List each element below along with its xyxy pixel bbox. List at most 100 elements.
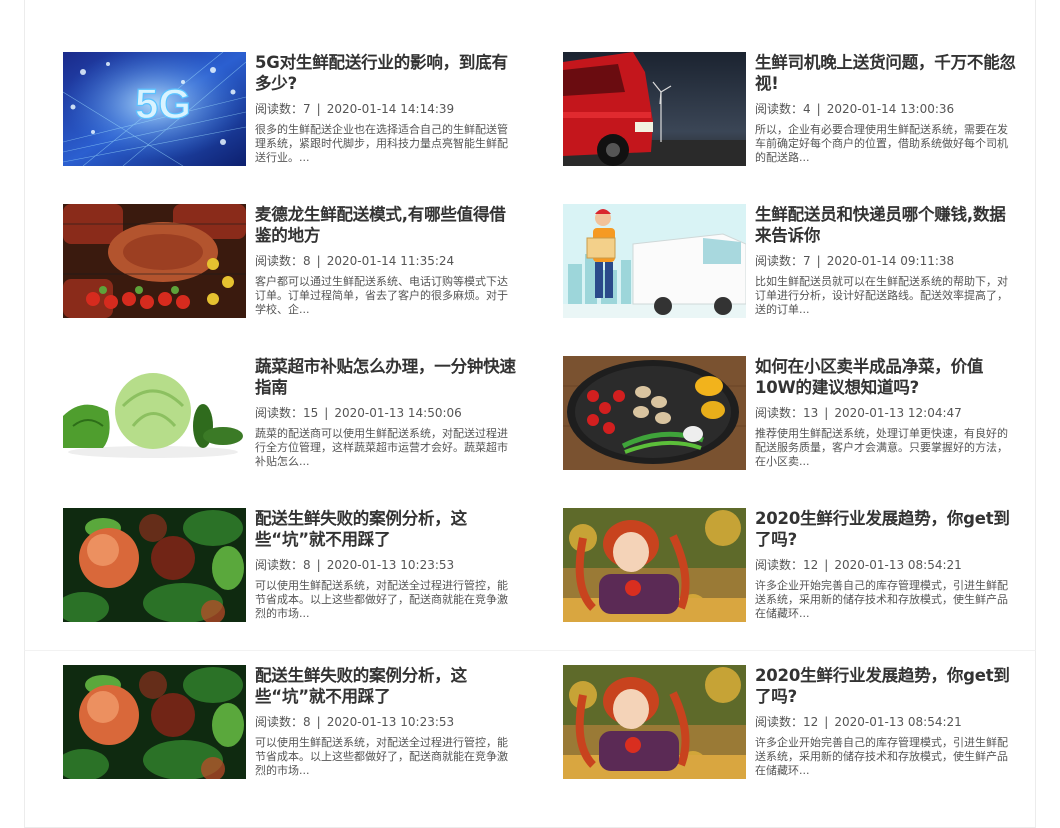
article-thumbnail[interactable] — [563, 508, 746, 622]
reads-label: 阅读数： — [755, 715, 804, 729]
meta-separator: | — [816, 254, 821, 268]
meta-separator: | — [316, 102, 321, 116]
meta-separator: | — [816, 102, 821, 116]
article-title[interactable]: 5G对生鲜配送行业的影响，到底有多少? — [255, 52, 517, 94]
article-date: 2020-01-13 12:04:47 — [834, 406, 962, 420]
article-thumbnail[interactable] — [563, 204, 746, 318]
article-date: 2020-01-14 11:35:24 — [326, 254, 455, 268]
article-summary: 客户都可以通过生鲜配送系统、电话订购等模式下达订单。订单过程简单，省去了客户的很… — [255, 275, 508, 316]
article-title[interactable]: 生鲜司机晚上送货问题，千万不能忽视! — [755, 52, 1017, 94]
article-title[interactable]: 配送生鲜失败的案例分析，这些“坑”就不用踩了 — [255, 508, 517, 550]
girl-apple-image — [563, 665, 746, 779]
reads-label: 阅读数： — [255, 254, 304, 268]
article-card[interactable]: 蔬菜超市补贴怎么办理，一分钟快速指南 阅读数：15 | 2020-01-13 14:… — [63, 356, 518, 472]
article-summary: 推荐使用生鲜配送系统，处理订单更快速，有良好的配送服务质量，客户才会满意。只要掌… — [755, 427, 1008, 468]
5g-logo-text: 5G — [135, 80, 191, 127]
reads-count: 7 — [803, 254, 811, 268]
reads-count: 13 — [803, 406, 819, 420]
article-meta: 阅读数：12 | 2020-01-13 08:54:21 — [755, 714, 1017, 730]
article-date: 2020-01-14 09:11:38 — [826, 254, 955, 268]
article-thumbnail[interactable] — [63, 356, 246, 470]
reads-count: 12 — [803, 558, 819, 572]
article-card[interactable]: 配送生鲜失败的案例分析，这些“坑”就不用踩了 阅读数：8 | 2020-01-13 … — [63, 665, 518, 781]
vegetable-pan-image — [563, 356, 746, 470]
article-meta: 阅读数：12 | 2020-01-13 08:54:21 — [755, 557, 1017, 573]
reads-count: 8 — [303, 558, 311, 572]
article-date: 2020-01-14 13:00:36 — [826, 102, 955, 116]
article-summary: 可以使用生鲜配送系统，对配送全过程进行管控，能节省成本。以上这些都做好了，配送商… — [255, 579, 508, 620]
reads-count: 7 — [303, 102, 311, 116]
article-title[interactable]: 生鲜配送员和快递员哪个赚钱,数据来告诉你 — [755, 204, 1017, 246]
article-summary: 比如生鲜配送员就可以在生鲜配送系统的帮助下，对订单进行分析，设计好配送路线。配送… — [755, 275, 1008, 316]
article-meta: 阅读数：8 | 2020-01-14 11:35:24 — [255, 253, 517, 269]
article-summary: 所以，企业有必要合理使用生鲜配送系统，需要在发车前确定好每个商户的位置，借助系统… — [755, 123, 1008, 164]
article-title[interactable]: 配送生鲜失败的案例分析，这些“坑”就不用踩了 — [255, 665, 517, 707]
meta-separator: | — [824, 406, 829, 420]
meta-separator: | — [824, 558, 829, 572]
bbq-food-image — [63, 204, 246, 318]
article-date: 2020-01-13 08:54:21 — [834, 715, 962, 729]
peach-tree-image — [63, 508, 246, 622]
article-thumbnail[interactable]: 5G — [63, 52, 246, 166]
article-summary: 很多的生鲜配送企业也在选择适合自己的生鲜配送管理系统，紧跟时代脚步，用科技力量点… — [255, 123, 508, 164]
article-title[interactable]: 麦德龙生鲜配送模式,有哪些值得借鉴的地方 — [255, 204, 517, 246]
reads-label: 阅读数： — [255, 102, 304, 116]
reads-count: 4 — [803, 102, 811, 116]
article-thumbnail[interactable] — [63, 204, 246, 318]
meta-separator: | — [824, 715, 829, 729]
meta-separator: | — [324, 406, 329, 420]
girl-apple-image — [563, 508, 746, 622]
reads-count: 15 — [303, 406, 319, 420]
article-title[interactable]: 蔬菜超市补贴怎么办理，一分钟快速指南 — [255, 356, 517, 398]
article-summary: 可以使用生鲜配送系统，对配送全过程进行管控，能节省成本。以上这些都做好了，配送商… — [255, 736, 508, 777]
article-meta: 阅读数：7 | 2020-01-14 09:11:38 — [755, 253, 1017, 269]
article-thumbnail[interactable] — [63, 665, 246, 779]
article-meta: 阅读数：8 | 2020-01-13 10:23:53 — [255, 557, 517, 573]
delivery-man-van-image — [563, 204, 746, 318]
reads-count: 12 — [803, 715, 819, 729]
reads-label: 阅读数： — [255, 715, 304, 729]
article-card[interactable]: 麦德龙生鲜配送模式,有哪些值得借鉴的地方 阅读数：8 | 2020-01-14 11… — [63, 204, 518, 320]
reads-label: 阅读数： — [255, 558, 304, 572]
reads-label: 阅读数： — [755, 254, 804, 268]
reads-label: 阅读数： — [255, 406, 304, 420]
article-date: 2020-01-14 14:14:39 — [326, 102, 455, 116]
meta-separator: | — [316, 715, 321, 729]
night-truck-image — [563, 52, 746, 166]
article-thumbnail[interactable] — [563, 356, 746, 470]
reads-count: 8 — [303, 254, 311, 268]
article-thumbnail[interactable] — [563, 52, 746, 166]
article-date: 2020-01-13 14:50:06 — [334, 406, 462, 420]
article-card[interactable]: 生鲜司机晚上送货问题，千万不能忽视! 阅读数：4 | 2020-01-14 13:0… — [563, 52, 1018, 168]
cabbage-cucumber-image — [63, 356, 246, 470]
article-date: 2020-01-13 08:54:21 — [834, 558, 962, 572]
meta-separator: | — [316, 558, 321, 572]
article-meta: 阅读数：7 | 2020-01-14 14:14:39 — [255, 101, 517, 117]
article-title[interactable]: 2020生鲜行业发展趋势，你get到了吗? — [755, 508, 1017, 550]
article-meta: 阅读数：4 | 2020-01-14 13:00:36 — [755, 101, 1017, 117]
article-title[interactable]: 2020生鲜行业发展趋势，你get到了吗? — [755, 665, 1017, 707]
article-card[interactable]: 2020生鲜行业发展趋势，你get到了吗? 阅读数：12 | 2020-01-13 … — [563, 665, 1018, 781]
article-summary: 蔬菜的配送商可以使用生鲜配送系统，对配送过程进行全方位管理，这样蔬菜超市运营才会… — [255, 427, 508, 468]
article-card[interactable]: 5G 5G对生鲜配送行业的影响，到底有多少? 阅读数：7 | 2020-01-14 … — [63, 52, 518, 168]
reads-label: 阅读数： — [755, 558, 804, 572]
article-date: 2020-01-13 10:23:53 — [326, 558, 455, 572]
article-summary: 许多企业开始完善自己的库存管理模式，引进生鲜配送系统，采用新的储存技术和存放模式… — [755, 736, 1008, 777]
article-thumbnail[interactable] — [563, 665, 746, 779]
article-thumbnail[interactable] — [63, 508, 246, 622]
article-title[interactable]: 如何在小区卖半成品净菜，价值10W的建议想知道吗? — [755, 356, 1017, 398]
article-card[interactable]: 生鲜配送员和快递员哪个赚钱,数据来告诉你 阅读数：7 | 2020-01-14 09… — [563, 204, 1018, 320]
reads-count: 8 — [303, 715, 311, 729]
article-card[interactable]: 配送生鲜失败的案例分析，这些“坑”就不用踩了 阅读数：8 | 2020-01-13 … — [63, 508, 518, 624]
article-summary: 许多企业开始完善自己的库存管理模式，引进生鲜配送系统，采用新的储存技术和存放模式… — [755, 579, 1008, 620]
reads-label: 阅读数： — [755, 102, 804, 116]
article-date: 2020-01-13 10:23:53 — [326, 715, 455, 729]
reads-label: 阅读数： — [755, 406, 804, 420]
5g-network-image: 5G — [63, 52, 246, 166]
article-meta: 阅读数：15 | 2020-01-13 14:50:06 — [255, 405, 517, 421]
article-meta: 阅读数：8 | 2020-01-13 10:23:53 — [255, 714, 517, 730]
article-card[interactable]: 2020生鲜行业发展趋势，你get到了吗? 阅读数：12 | 2020-01-13 … — [563, 508, 1018, 624]
article-card[interactable]: 如何在小区卖半成品净菜，价值10W的建议想知道吗? 阅读数：13 | 2020-01… — [563, 356, 1018, 472]
peach-tree-image — [63, 665, 246, 779]
article-meta: 阅读数：13 | 2020-01-13 12:04:47 — [755, 405, 1017, 421]
